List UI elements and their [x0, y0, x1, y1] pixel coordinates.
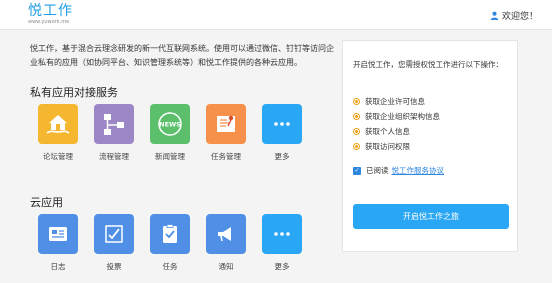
- agree-text: 已阅读: [366, 166, 389, 175]
- svg-text:NEWS: NEWS: [159, 121, 181, 129]
- clipboard-check-icon: [150, 214, 190, 254]
- app-label: 投票: [106, 262, 122, 271]
- flowchart-icon: [94, 104, 134, 144]
- permission-item: 获取个人信息: [353, 124, 440, 139]
- user-icon: [490, 11, 499, 20]
- permission-label: 获取企业许可信息: [365, 97, 425, 106]
- welcome-user[interactable]: 欢迎您！: [490, 9, 538, 22]
- intro-text: 悦工作，基于混合云理念研发的新一代互联网系统。使用可以通过微信、钉钉等访问企业私…: [30, 44, 334, 67]
- app-news-management[interactable]: NEWS 新闻管理: [142, 104, 198, 162]
- more-icon: [262, 104, 302, 144]
- app-label: 通知: [218, 262, 234, 271]
- permission-list: 获取企业许可信息 获取企业组织架构信息 获取个人信息 获取访问权限: [353, 94, 440, 154]
- permission-label: 获取访问权限: [365, 142, 410, 151]
- app-task[interactable]: 任务: [142, 214, 198, 272]
- permission-item: 获取企业组织架构信息: [353, 109, 440, 124]
- more-icon: [262, 214, 302, 254]
- service-agreement-link[interactable]: 悦工作服务协议: [392, 165, 445, 176]
- permission-item: 获取访问权限: [353, 139, 440, 154]
- logo-text: 悦工作: [28, 3, 73, 19]
- pin-board-icon: [206, 104, 246, 144]
- app-label: 更多: [274, 152, 290, 161]
- app-journal[interactable]: 日志: [30, 214, 86, 272]
- permission-item: 获取企业许可信息: [353, 94, 440, 109]
- app-label: 更多: [274, 262, 290, 271]
- app-vote[interactable]: 投票: [86, 214, 142, 272]
- agree-checkbox[interactable]: ✓: [353, 166, 361, 175]
- top-bar: 悦工作 www.yuwork.me 欢迎您！: [0, 0, 552, 30]
- app-forum-management[interactable]: 论坛管理: [30, 104, 86, 162]
- bullet-icon: [353, 128, 360, 135]
- private-apps-grid: 论坛管理 流程管理 NEWS 新闻管理 任务管理 更多: [30, 104, 310, 162]
- journal-icon: [38, 214, 78, 254]
- app-label: 流程管理: [99, 152, 129, 161]
- permission-label: 获取企业组织架构信息: [365, 112, 440, 121]
- app-more-cloud[interactable]: 更多: [254, 214, 310, 272]
- permission-label: 获取个人信息: [365, 127, 410, 136]
- vote-icon: [94, 214, 134, 254]
- bullet-icon: [353, 98, 360, 105]
- welcome-text: 欢迎您！: [501, 12, 538, 22]
- megaphone-icon: [206, 214, 246, 254]
- authorize-panel: 开启悦工作，您需授权悦工作进行以下操作： 获取企业许可信息 获取企业组织架构信息…: [342, 40, 518, 252]
- news-icon: NEWS: [150, 104, 190, 144]
- app-label: 日志: [50, 262, 66, 271]
- app-label: 新闻管理: [155, 152, 185, 161]
- agreement-row: ✓ 已阅读 悦工作服务协议: [353, 165, 444, 176]
- bullet-icon: [353, 143, 360, 150]
- panel-intro: 开启悦工作，您需授权悦工作进行以下操作：: [353, 60, 503, 69]
- logo-url: www.yuwork.me: [28, 19, 70, 25]
- bullet-icon: [353, 113, 360, 120]
- start-button[interactable]: 开启悦工作之旅: [353, 204, 509, 229]
- home-hand-icon: [38, 104, 78, 144]
- cloud-apps-title: 云应用: [30, 196, 63, 209]
- app-process-management[interactable]: 流程管理: [86, 104, 142, 162]
- app-more-private[interactable]: 更多: [254, 104, 310, 162]
- app-label: 任务管理: [211, 152, 241, 161]
- app-notice[interactable]: 通知: [198, 214, 254, 272]
- app-label: 任务: [162, 262, 178, 271]
- app-task-management[interactable]: 任务管理: [198, 104, 254, 162]
- logo[interactable]: 悦工作 www.yuwork.me: [28, 3, 73, 26]
- app-label: 论坛管理: [43, 152, 73, 161]
- cloud-apps-grid: 日志 投票 任务 通知 更多: [30, 214, 310, 272]
- private-apps-title: 私有应用对接服务: [30, 86, 118, 99]
